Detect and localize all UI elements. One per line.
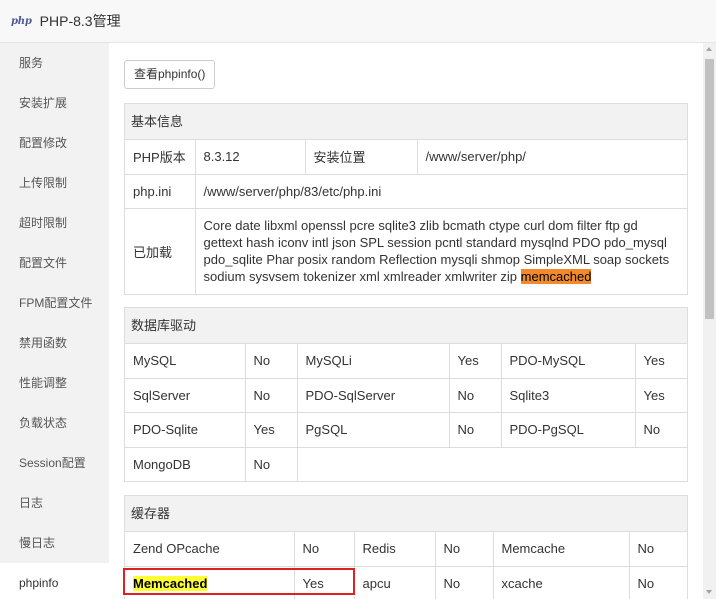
driver-status: Yes: [635, 344, 687, 379]
table-row: MySQL No MySQLi Yes PDO-MySQL Yes: [125, 344, 687, 379]
driver-status: No: [635, 412, 687, 448]
driver-name: PDO-MySQL: [501, 344, 636, 379]
sidebar-item-install-extensions[interactable]: 安装扩展: [0, 83, 109, 123]
sidebar-item-config-file[interactable]: 配置文件: [0, 243, 109, 283]
memcached-label: Memcached: [133, 575, 208, 591]
scroll-up-arrow-icon[interactable]: [706, 47, 712, 51]
sidebar-item-performance-tuning[interactable]: 性能调整: [0, 363, 109, 403]
cache-name-memcached: Memcached: [125, 566, 295, 599]
driver-status: Yes: [245, 412, 298, 448]
cache-status: No: [435, 532, 494, 567]
driver-name: SqlServer: [125, 378, 246, 413]
loaded-extensions-text: Core date libxml openssl pcre sqlite3 zl…: [203, 218, 670, 285]
cache-status: No: [294, 532, 355, 567]
memcached-highlight: memcached: [520, 269, 592, 285]
table-row: PDO-Sqlite Yes PgSQL No PDO-PgSQL No: [125, 412, 687, 448]
php-version-label: PHP版本: [125, 140, 196, 175]
driver-name: PDO-Sqlite: [125, 412, 246, 448]
cache-table: Zend OPcache No Redis No Memcache No Mem…: [125, 532, 687, 599]
sidebar-item-phpinfo[interactable]: phpinfo: [0, 563, 109, 599]
driver-name: MySQLi: [297, 344, 450, 379]
basic-info-panel: 基本信息 PHP版本 8.3.12 安装位置 /www/server/php/ …: [124, 103, 688, 295]
db-drivers-table: MySQL No MySQLi Yes PDO-MySQL Yes SqlSer…: [125, 344, 687, 481]
install-location-label: 安装位置: [305, 140, 418, 175]
sidebar-item-disabled-functions[interactable]: 禁用函数: [0, 323, 109, 363]
php-logo-icon: php: [11, 15, 32, 27]
driver-status: Yes: [635, 378, 687, 413]
php-version-value: 8.3.12: [195, 140, 306, 175]
table-row: MongoDB No: [125, 447, 687, 481]
cache-status: Yes: [294, 566, 355, 599]
scroll-down-arrow-icon[interactable]: [706, 590, 712, 594]
cache-name: xcache: [493, 566, 630, 599]
sidebar-item-slow-log[interactable]: 慢日志: [0, 523, 109, 563]
driver-status: No: [245, 378, 298, 413]
driver-name: MySQL: [125, 344, 246, 379]
table-row: PHP版本 8.3.12 安装位置 /www/server/php/: [125, 140, 687, 175]
db-drivers-panel: 数据库驱动 MySQL No MySQLi Yes PDO-MySQL Yes …: [124, 307, 688, 482]
db-drivers-title: 数据库驱动: [125, 308, 687, 344]
driver-status: No: [245, 344, 298, 379]
scrollbar-thumb[interactable]: [705, 59, 714, 319]
sidebar-item-upload-limit[interactable]: 上传限制: [0, 163, 109, 203]
table-row: 已加载 Core date libxml openssl pcre sqlite…: [125, 208, 687, 294]
cache-name: apcu: [354, 566, 436, 599]
cache-name: Memcache: [493, 532, 630, 567]
table-row: Zend OPcache No Redis No Memcache No: [125, 532, 687, 567]
view-phpinfo-button[interactable]: 查看phpinfo(): [124, 60, 216, 89]
driver-status: No: [449, 412, 502, 448]
table-row: php.ini /www/server/php/83/etc/php.ini: [125, 174, 687, 209]
driver-status: No: [245, 447, 298, 481]
cache-status: No: [435, 566, 494, 599]
driver-name: PDO-PgSQL: [501, 412, 636, 448]
main-content: 查看phpinfo() 基本信息 PHP版本 8.3.12 安装位置 /www/…: [109, 43, 703, 599]
empty-cell: [297, 447, 687, 481]
table-row: Memcached Yes apcu No xcache No: [125, 566, 687, 599]
php-ini-value: /www/server/php/83/etc/php.ini: [195, 174, 687, 209]
sidebar-item-load-status[interactable]: 负载状态: [0, 403, 109, 443]
window-titlebar: php PHP-8.3管理: [0, 0, 716, 43]
driver-name: PgSQL: [297, 412, 450, 448]
loaded-extensions-value: Core date libxml openssl pcre sqlite3 zl…: [195, 208, 687, 294]
window-title: PHP-8.3管理: [39, 13, 121, 29]
basic-info-table: PHP版本 8.3.12 安装位置 /www/server/php/ php.i…: [125, 140, 687, 294]
sidebar-item-fpm-config-file[interactable]: FPM配置文件: [0, 283, 109, 323]
php-ini-label: php.ini: [125, 174, 196, 209]
loaded-extensions-label: 已加载: [125, 208, 196, 294]
driver-status: No: [449, 378, 502, 413]
sidebar-item-service[interactable]: 服务: [0, 43, 109, 83]
driver-name: PDO-SqlServer: [297, 378, 450, 413]
install-location-value: /www/server/php/: [417, 140, 687, 175]
driver-status: Yes: [449, 344, 502, 379]
driver-name: MongoDB: [125, 447, 246, 481]
sidebar-item-log[interactable]: 日志: [0, 483, 109, 523]
cache-status: No: [637, 575, 655, 591]
cache-title: 缓存器: [125, 496, 687, 532]
sidebar: 服务 安装扩展 配置修改 上传限制 超时限制 配置文件 FPM配置文件 禁用函数…: [0, 43, 109, 599]
sidebar-item-session-config[interactable]: Session配置: [0, 443, 109, 483]
driver-name: Sqlite3: [501, 378, 636, 413]
basic-info-title: 基本信息: [125, 104, 687, 140]
cache-panel: 缓存器 Zend OPcache No Redis No Memcache No…: [124, 495, 688, 599]
sidebar-item-config-modify[interactable]: 配置修改: [0, 123, 109, 163]
cache-status: No: [629, 532, 687, 567]
cache-name: Redis: [354, 532, 436, 567]
vertical-scrollbar[interactable]: [703, 43, 716, 599]
sidebar-item-timeout-limit[interactable]: 超时限制: [0, 203, 109, 243]
cache-name: Zend OPcache: [125, 532, 295, 567]
table-row: SqlServer No PDO-SqlServer No Sqlite3 Ye…: [125, 378, 687, 413]
